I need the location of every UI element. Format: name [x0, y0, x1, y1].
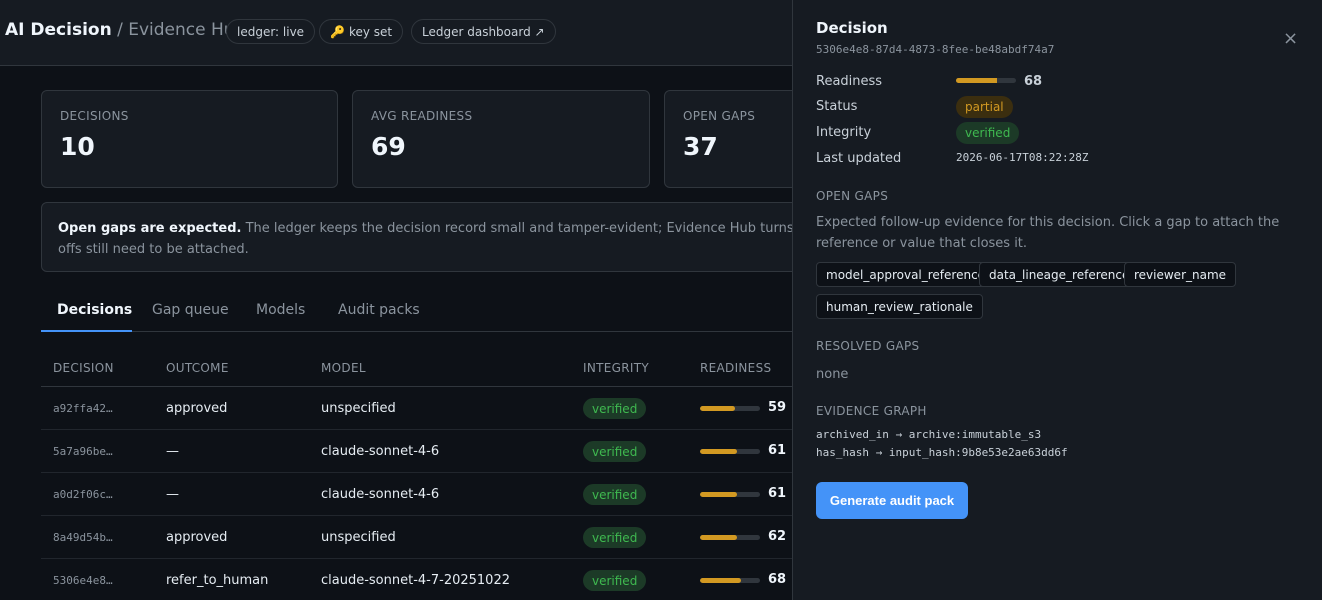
decision-id: a0d2f06c… — [53, 488, 113, 501]
integrity-badge: verified — [956, 122, 1020, 144]
decision-model: claude-sonnet-4-6 — [321, 487, 440, 502]
readiness-bar-fill — [700, 535, 738, 540]
last-updated-value: 2026-06-17T08:22:28Z — [956, 151, 1089, 164]
decision-id: 5306e4e8… — [53, 574, 113, 587]
decision-detail-drawer: Decision 5306e4e8-87d4-4873-8fee-be48abd… — [792, 0, 1322, 600]
gap-chip[interactable]: human_review_rationale — [816, 294, 983, 319]
readiness-label: Readiness — [816, 74, 883, 89]
evidence-edge: archived_in → archive:immutable_s3 — [816, 428, 1042, 441]
readiness-value: 61 — [768, 443, 787, 458]
readiness-value: 62 — [768, 529, 787, 544]
decision-outcome: approved — [166, 401, 228, 416]
active-tab-indicator — [41, 330, 132, 332]
readiness-bar — [700, 449, 760, 454]
key-icon: 🔑 — [330, 24, 345, 39]
table-row[interactable]: 8a49d54b… approved unspecified verified … — [41, 516, 801, 559]
tab-models[interactable]: Models — [256, 290, 305, 332]
gap-chip[interactable]: reviewer_name — [1124, 262, 1237, 287]
stat-label: DECISIONS — [60, 109, 129, 123]
decision-outcome: refer_to_human — [166, 573, 269, 588]
open-gaps-description: Expected follow-up evidence for this dec… — [816, 215, 1280, 251]
integrity-badge: verified — [583, 441, 647, 462]
notice-line2: offs still need to be attached. — [58, 242, 249, 257]
tab-gap-queue[interactable]: Gap queue — [152, 290, 229, 332]
stat-card-avg-readiness: AVG READINESS 69 — [352, 90, 650, 188]
status-label: Status — [816, 99, 858, 114]
status-badge: partial — [956, 96, 1013, 118]
notice-strong: Open gaps are expected. — [58, 221, 242, 236]
table-row[interactable]: a92ffa42… approved unspecified verified … — [41, 387, 801, 430]
integrity-badge: verified — [583, 570, 647, 591]
drawer-decision-id: 5306e4e8-87d4-4873-8fee-be48abdf74a7 — [816, 43, 1055, 56]
title-separator: / — [111, 20, 129, 40]
ledger-status-label: ledger: live — [237, 24, 305, 39]
ledger-dashboard-link[interactable]: Ledger dashboard ↗ — [411, 19, 556, 44]
last-updated-label: Last updated — [816, 151, 902, 166]
decision-id: 5a7a96be… — [53, 445, 113, 458]
evidence-edge: has_hash → input_hash:9b8e53e2ae63dd6f — [816, 446, 1068, 459]
decision-outcome: — — [166, 487, 179, 502]
drawer-readiness-bar — [956, 78, 1016, 83]
info-notice: Open gaps are expected. The ledger keeps… — [41, 202, 848, 272]
readiness-bar-fill — [700, 406, 736, 411]
drawer-title: Decision — [816, 19, 888, 37]
decision-model: claude-sonnet-4-6 — [321, 444, 440, 459]
drawer-readiness-value: 68 — [1024, 74, 1043, 89]
column-header-model[interactable]: MODEL — [321, 361, 366, 375]
stat-label: AVG READINESS — [371, 109, 473, 123]
ledger-status-pill: ledger: live — [226, 19, 316, 44]
decision-id: a92ffa42… — [53, 402, 113, 415]
tab-audit-packs[interactable]: Audit packs — [338, 290, 420, 332]
readiness-bar — [700, 535, 760, 540]
decision-outcome: — — [166, 444, 179, 459]
key-status-label: key set — [348, 24, 393, 39]
integrity-badge: verified — [583, 527, 647, 548]
table-row[interactable]: 5306e4e8… refer_to_human claude-sonnet-4… — [41, 559, 801, 600]
table-header: DECISION OUTCOME MODEL INTEGRITY READINE… — [41, 350, 801, 387]
integrity-label: Integrity — [816, 125, 872, 140]
readiness-value: 59 — [768, 400, 787, 415]
page-title: AI Decision / Evidence Hub — [5, 20, 245, 40]
gap-chip[interactable]: model_approval_reference — [816, 262, 996, 287]
app-name: AI Decision — [5, 20, 112, 40]
readiness-value: 68 — [768, 572, 787, 587]
column-header-outcome[interactable]: OUTCOME — [166, 361, 229, 375]
readiness-bar — [700, 492, 760, 497]
table-row[interactable]: 5a7a96be… — claude-sonnet-4-6 verified 6… — [41, 430, 801, 473]
close-icon[interactable]: × — [1283, 30, 1298, 48]
decision-outcome: approved — [166, 530, 228, 545]
resolved-gaps-value: none — [816, 367, 849, 382]
resolved-gaps-heading: RESOLVED GAPS — [816, 339, 920, 353]
tab-decisions[interactable]: Decisions — [57, 290, 132, 332]
readiness-bar-fill — [700, 449, 737, 454]
decision-model: unspecified — [321, 401, 396, 416]
decision-model: unspecified — [321, 530, 396, 545]
integrity-badge: verified — [583, 484, 647, 505]
tab-bar: Decisions Gap queue Models Audit packs — [41, 290, 801, 332]
readiness-bar-fill — [700, 578, 741, 583]
generate-audit-pack-button[interactable]: Generate audit pack — [816, 482, 968, 519]
stat-card-decisions: DECISIONS 10 — [41, 90, 338, 188]
readiness-bar — [700, 578, 760, 583]
notice-text: The ledger keeps the decision record sma… — [241, 221, 849, 236]
column-header-integrity[interactable]: INTEGRITY — [583, 361, 649, 375]
readiness-value: 61 — [768, 486, 787, 501]
stat-value: 69 — [371, 132, 406, 161]
drawer-readiness-bar-fill — [956, 78, 997, 83]
readiness-bar — [700, 406, 760, 411]
decision-model: claude-sonnet-4-7-20251022 — [321, 573, 510, 588]
key-status-pill: 🔑 key set — [319, 19, 404, 44]
decision-id: 8a49d54b… — [53, 531, 113, 544]
table-row[interactable]: a0d2f06c… — claude-sonnet-4-6 verified 6… — [41, 473, 801, 516]
column-header-readiness[interactable]: READINESS — [700, 361, 771, 375]
readiness-bar-fill — [700, 492, 737, 497]
gap-chip[interactable]: data_lineage_reference — [979, 262, 1140, 287]
integrity-badge: verified — [583, 398, 647, 419]
column-header-decision[interactable]: DECISION — [53, 361, 114, 375]
stat-value: 10 — [60, 132, 95, 161]
ledger-dashboard-label: Ledger dashboard ↗ — [422, 24, 545, 39]
open-gaps-heading: OPEN GAPS — [816, 189, 889, 203]
evidence-graph-heading: EVIDENCE GRAPH — [816, 404, 927, 418]
